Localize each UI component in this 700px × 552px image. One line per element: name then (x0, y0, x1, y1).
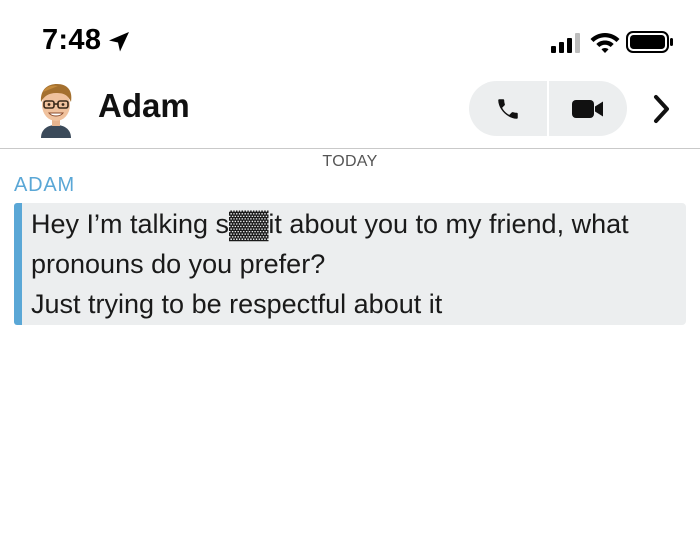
video-call-button[interactable] (549, 81, 627, 136)
wifi-icon (590, 33, 620, 53)
avatar[interactable] (31, 80, 81, 138)
status-bar: 7:48 (0, 0, 700, 80)
status-time: 7:48 (42, 24, 102, 56)
chat-header: Adam (0, 78, 700, 148)
message-line: pronouns do you prefer? (31, 249, 326, 279)
message-bubble[interactable]: Hey I’m talking s▓▓it about you to my fr… (14, 203, 686, 325)
location-arrow-icon (109, 32, 129, 52)
profile-chevron-button[interactable] (646, 92, 678, 126)
cellular-signal-icon (551, 33, 580, 53)
call-actions (469, 81, 627, 136)
message-text: Hey I’m talking s▓▓it about you to my fr… (31, 203, 681, 324)
date-separator: TODAY (322, 153, 378, 170)
video-camera-icon (572, 99, 603, 118)
message-accent-bar (14, 203, 22, 325)
header-divider (0, 148, 700, 149)
message-line: Just trying to be respectful about it (31, 289, 443, 319)
chat-screen: 7:48 Adam TODAY ADAM Hey I’m talking s▓▓… (0, 0, 700, 552)
sender-label: ADAM (14, 174, 75, 196)
chevron-right-icon (654, 95, 669, 123)
voice-call-button[interactable] (469, 81, 547, 136)
contact-name[interactable]: Adam (98, 87, 190, 125)
battery-icon (626, 31, 673, 53)
phone-icon (498, 98, 518, 119)
message-line: Hey I’m talking s▓▓it about you to my fr… (31, 209, 629, 239)
